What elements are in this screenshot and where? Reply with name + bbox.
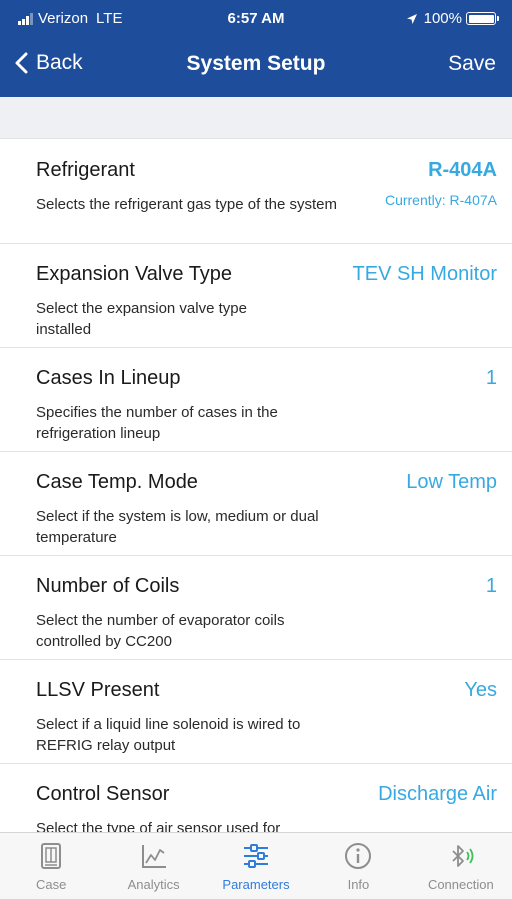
tab-connection[interactable]: Connection (410, 833, 512, 899)
page-title: System Setup (186, 52, 326, 75)
setting-description: Specifies the number of cases in the ref… (36, 404, 278, 442)
setting-title: LLSV Present (36, 679, 160, 701)
setting-row-control-sensor[interactable]: Control Sensor Select the type of air se… (0, 764, 512, 832)
status-right: 100% (406, 10, 499, 27)
case-icon (41, 843, 62, 869)
sliders-icon (244, 844, 269, 868)
battery-percent: 100% (423, 10, 462, 27)
setting-description: Select the type of air sensor used for (36, 820, 281, 832)
tab-label: Parameters (222, 877, 290, 892)
tab-case[interactable]: Case (0, 833, 102, 899)
setting-title: Number of Coils (36, 575, 180, 597)
location-arrow-icon (406, 13, 417, 24)
setting-title: Cases In Lineup (36, 367, 181, 389)
info-icon (345, 843, 372, 869)
tab-info[interactable]: Info (307, 833, 409, 899)
setting-value[interactable]: R-404A (428, 159, 497, 182)
header: Verizon LTE 6:57 AM 100% Back System Set… (0, 0, 512, 97)
tab-bar: Case Analytics Parameters Info Connectio… (0, 832, 512, 899)
navigation-bar: Back System Setup Save (0, 36, 512, 97)
setting-row-expansion-valve-type[interactable]: Expansion Valve Type Select the expansio… (0, 244, 512, 348)
setting-description: Select the expansion valve type installe… (36, 300, 247, 338)
setting-value[interactable]: 1 (486, 575, 497, 598)
setting-value[interactable]: TEV SH Monitor (353, 263, 497, 286)
analytics-icon (141, 845, 166, 868)
tab-label: Info (347, 877, 370, 892)
settings-list: Refrigerant Selects the refrigerant gas … (0, 140, 512, 832)
tab-parameters[interactable]: Parameters (205, 833, 307, 899)
setting-title: Control Sensor (36, 783, 170, 805)
tab-label: Case (36, 877, 67, 892)
setting-title: Expansion Valve Type (36, 263, 233, 285)
section-spacer (0, 97, 512, 139)
setting-description: Select the number of evaporator coils co… (36, 612, 285, 650)
tab-analytics[interactable]: Analytics (102, 833, 204, 899)
setting-row-llsv-present[interactable]: LLSV Present Select if a liquid line sol… (0, 660, 512, 764)
setting-row-cases-in-lineup[interactable]: Cases In Lineup Specifies the number of … (0, 348, 512, 452)
setting-description: Selects the refrigerant gas type of the … (36, 196, 337, 213)
setting-description: Select if a liquid line solenoid is wire… (36, 716, 301, 754)
setting-row-case-temp-mode[interactable]: Case Temp. Mode Select if the system is … (0, 452, 512, 556)
setting-row-number-of-coils[interactable]: Number of Coils Select the number of eva… (0, 556, 512, 660)
setting-value[interactable]: Low Temp (406, 471, 497, 494)
setting-description: Select if the system is low, medium or d… (36, 508, 319, 546)
battery-icon (466, 12, 499, 25)
setting-title: Refrigerant (36, 159, 135, 181)
setting-row-refrigerant[interactable]: Refrigerant Selects the refrigerant gas … (0, 140, 512, 244)
setting-value[interactable]: Discharge Air (378, 783, 497, 806)
setting-value[interactable]: 1 (486, 367, 497, 390)
setting-current-value: Currently: R-407A (384, 192, 497, 208)
status-bar: Verizon LTE 6:57 AM 100% (0, 0, 512, 36)
setting-value[interactable]: Yes (464, 679, 497, 702)
save-button[interactable]: Save (448, 52, 496, 76)
tab-label: Connection (427, 877, 494, 892)
setting-title: Case Temp. Mode (36, 471, 198, 493)
tab-label: Analytics (127, 877, 180, 892)
bluetooth-icon (452, 845, 474, 867)
